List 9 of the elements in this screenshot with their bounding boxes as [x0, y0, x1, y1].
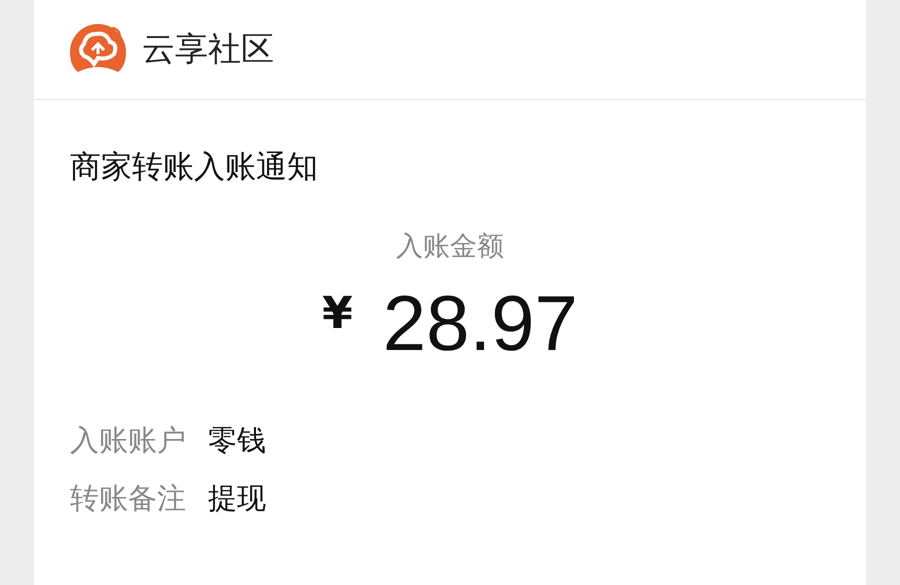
detail-value: 零钱: [208, 422, 266, 459]
notice-title: 商家转账入账通知: [70, 148, 319, 187]
detail-label: 转账备注: [70, 480, 186, 517]
amount-value: 28.97: [382, 278, 578, 369]
detail-value: 提现: [208, 480, 266, 517]
app-name: 云享社区: [142, 28, 274, 70]
amount-label: 入账金额: [395, 230, 505, 264]
detail-label: 入账账户: [70, 422, 186, 459]
currency-symbol: ¥: [322, 288, 353, 339]
